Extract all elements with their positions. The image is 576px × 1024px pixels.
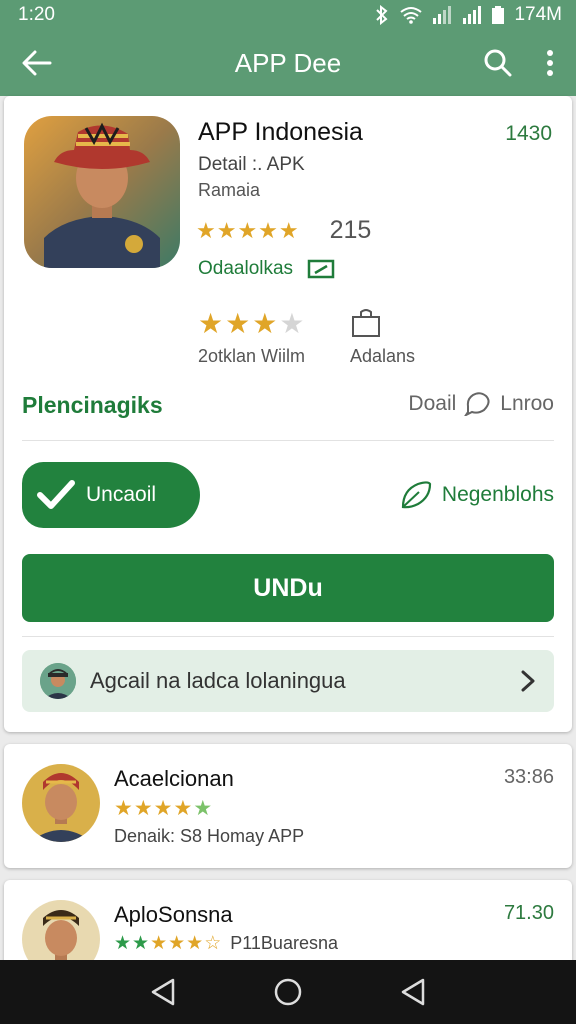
bag-icon [350, 308, 415, 338]
app-link[interactable]: Odaalolkas [198, 258, 335, 280]
more-vert-icon [547, 50, 553, 76]
app-link-label: Odaalolkas [198, 258, 294, 279]
share-label: Negenblohs [441, 483, 554, 506]
list-item-subtitle: Denaik: S8 Homay APP [114, 826, 305, 846]
meta-rating: ★★★ ★ 2otklan Wiilm [198, 308, 306, 367]
list-item-subtitle: P11Buaresna [230, 933, 338, 953]
wifi-icon [400, 7, 423, 24]
external-link-icon [307, 259, 335, 279]
list-item-title: Acaelcionan [114, 766, 234, 791]
checkmark-icon [37, 480, 75, 509]
more-options-button[interactable] [524, 30, 576, 96]
meta-category-label: Adalans [350, 346, 416, 366]
meta-stars-icon: ★★★ ★ [198, 307, 307, 339]
list-item-stars: ★★★★★ [114, 797, 214, 820]
banner-text: Agcail na ladca lolaningua [90, 668, 346, 693]
section-right-action: Lnroo [500, 392, 554, 415]
list-item-value: 71.30 [503, 902, 554, 924]
bluetooth-icon [376, 5, 388, 25]
installed-button[interactable]: Uncaoil [22, 462, 200, 528]
triangle-back-icon [402, 978, 425, 1006]
app-subtitle: Detail :. APK [198, 154, 305, 175]
system-nav-bar [0, 960, 576, 1024]
back-button[interactable] [0, 30, 74, 96]
primary-action-button[interactable]: UNDu [22, 554, 554, 622]
arrow-left-icon [22, 50, 52, 76]
app-title: APP Indonesia [198, 118, 363, 146]
list-item-value: 33:86 [503, 766, 554, 788]
divider [22, 636, 554, 637]
app-rating-row: ★★★★★ 215 [196, 216, 371, 245]
divider [22, 440, 554, 441]
signal-icon [433, 6, 452, 24]
app-developer: Ramaia [198, 180, 261, 200]
search-button[interactable] [472, 30, 524, 96]
triangle-back-icon [151, 978, 174, 1006]
list-item-stars-row: ★★★★★☆ P11Buaresna [114, 932, 338, 955]
nav-recent-button[interactable] [391, 970, 435, 1014]
page-title: APP Dee [234, 47, 342, 78]
rating-count: 215 [329, 216, 372, 244]
nav-home-button[interactable] [266, 970, 310, 1014]
list-item[interactable]: Acaelcionan 33:86 ★★★★★ Denaik: S8 Homay… [4, 744, 572, 868]
app-count: 1430 [505, 122, 552, 145]
battery-icon [492, 6, 505, 24]
nav-back-button[interactable] [141, 970, 185, 1014]
meta-rating-label: 2otklan Wiilm [198, 346, 306, 366]
list-item-title: AploSonsna [114, 902, 233, 927]
list-item-avatar [22, 764, 100, 842]
status-icons: 174M [374, 4, 562, 26]
banner-avatar [40, 663, 76, 699]
list-item-stars: ★★★★★☆ [114, 933, 223, 954]
search-icon [484, 49, 512, 77]
section-title: Plencinagiks [22, 392, 163, 418]
app-bar: APP Dee [0, 30, 576, 96]
section-right-label: Doail [408, 392, 457, 415]
battery-text: 174M [514, 4, 562, 25]
app-icon [24, 116, 180, 268]
installed-label: Uncaoil [86, 483, 157, 506]
section-actions[interactable]: Doail Lnroo [408, 392, 554, 416]
signal-icon-2 [463, 6, 482, 24]
meta-category: Adalans [350, 308, 415, 367]
circle-home-icon [274, 978, 302, 1006]
chevron-right-icon [516, 669, 540, 693]
status-time: 1:20 [18, 4, 55, 25]
status-bar: 1:20 174M [0, 0, 576, 30]
leaf-icon [401, 481, 432, 509]
share-link[interactable]: Negenblohs [400, 480, 554, 510]
app-detail-card: APP Indonesia 1430 Detail :. APK Ramaia … [4, 96, 572, 732]
rating-stars: ★★★★★ [196, 217, 300, 243]
info-banner[interactable]: Agcail na ladca lolaningua [22, 650, 554, 712]
chat-bubble-icon [464, 392, 490, 416]
